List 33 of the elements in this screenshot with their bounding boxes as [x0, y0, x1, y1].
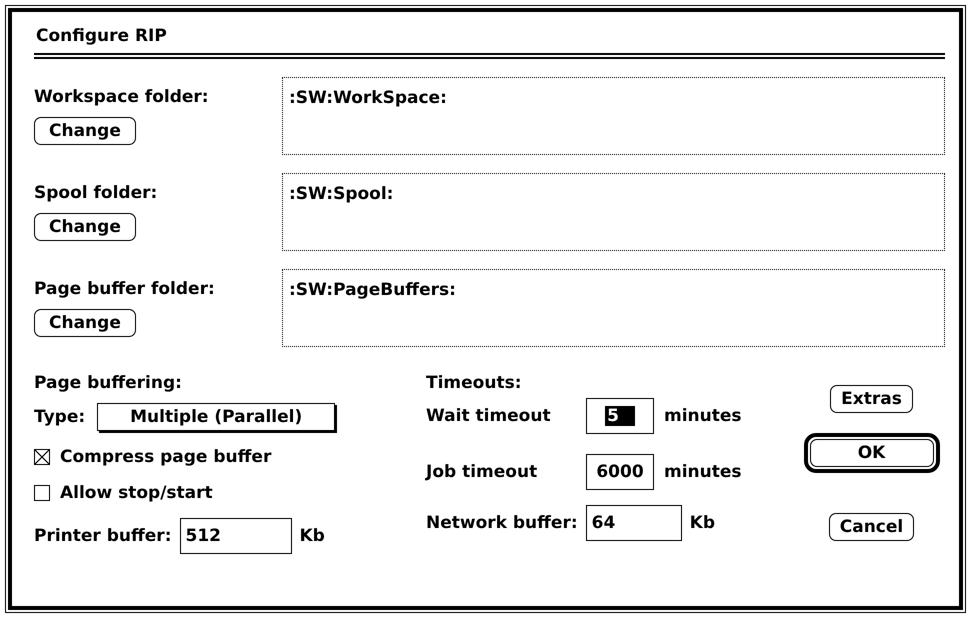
- section-heading: Page buffering:: [34, 373, 182, 393]
- unit-label: Kb: [690, 513, 715, 533]
- folder-label: Page buffer folder:: [34, 279, 215, 299]
- type-popup-menu[interactable]: Multiple (Parallel): [97, 403, 336, 431]
- checkbox[interactable]: [34, 485, 50, 501]
- unit-label: Kb: [300, 526, 325, 546]
- folder-label: Workspace folder:: [34, 87, 209, 107]
- folder-path-box: :SW:WorkSpace:: [282, 77, 945, 155]
- unit-label: minutes: [664, 462, 742, 482]
- input-field[interactable]: 5: [586, 398, 654, 434]
- type-label: Type:: [34, 407, 86, 427]
- folder-path-box: :SW:PageBuffers:: [282, 269, 945, 347]
- checkbox[interactable]: [34, 449, 50, 465]
- checkbox-label: Allow stop/start: [60, 483, 213, 503]
- printer-buffer-label: Printer buffer:: [34, 526, 172, 546]
- change-button[interactable]: Change: [34, 213, 136, 241]
- checkbox-label: Compress page buffer: [60, 447, 272, 467]
- section-heading: Timeouts:: [426, 373, 522, 393]
- unit-label: minutes: [664, 406, 742, 426]
- input-field[interactable]: 64: [586, 505, 682, 541]
- input-field[interactable]: 6000: [586, 454, 654, 490]
- folder-path-box: :SW:Spool:: [282, 173, 945, 251]
- folder-label: Spool folder:: [34, 183, 158, 203]
- timeout-label: Job timeout: [426, 462, 538, 482]
- input-field[interactable]: 512: [180, 518, 292, 554]
- dialog-button[interactable]: Extras: [830, 385, 913, 413]
- dialog-title: Configure RIP: [35, 26, 168, 46]
- change-button[interactable]: Change: [34, 309, 136, 337]
- timeout-label: Wait timeout: [426, 406, 552, 426]
- change-button[interactable]: Change: [34, 117, 136, 145]
- dialog-button[interactable]: OK: [810, 439, 934, 467]
- network-buffer-label: Network buffer:: [426, 513, 578, 533]
- dialog-button[interactable]: Cancel: [828, 513, 914, 541]
